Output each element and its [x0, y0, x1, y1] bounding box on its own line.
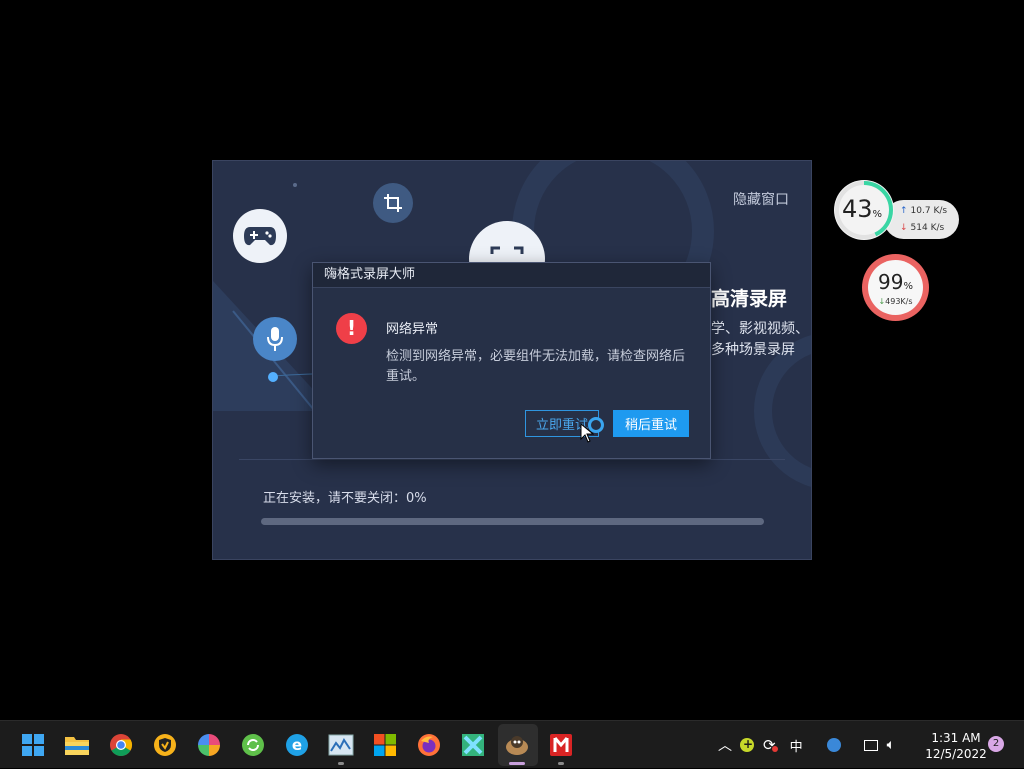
clock-time: 1:31 AM	[931, 731, 981, 745]
memory-usage-widget[interactable]: 99% ↓493K/s	[862, 254, 929, 321]
download-speed: ↓ 514 K/s	[900, 223, 945, 233]
install-progress-label: 正在安装，请不要关闭：0%	[263, 491, 427, 506]
tray-plus-app-icon[interactable]: +	[740, 737, 754, 752]
taskbar: e ︿ + ⟳ 中 🔈︎ 1:31 AM 12/5/2022	[0, 720, 1024, 768]
memory-percent: 99%	[878, 270, 913, 294]
memory-usage-inner: 99% ↓493K/s	[868, 260, 923, 315]
install-progress-bar	[261, 518, 764, 525]
dialog-message: 检测到网络异常，必要组件无法加载，请检查网络后重试。	[386, 349, 686, 384]
dialog-title: 嗨格式录屏大师	[313, 263, 710, 288]
chrome-icon[interactable]	[107, 731, 135, 759]
hero-subtitle-line2: 多种场景录屏	[711, 342, 795, 358]
hide-window-link[interactable]: 隐藏窗口	[733, 189, 789, 209]
firefox-icon[interactable]	[415, 731, 443, 759]
vpn-shield-icon[interactable]	[151, 731, 179, 759]
hero-subtitle-line1: 学、影视视频、	[711, 321, 809, 337]
hero-title: 高清录屏	[711, 288, 788, 310]
ime-indicator[interactable]: 中	[790, 736, 803, 755]
dialog-heading: 网络异常	[386, 322, 439, 337]
system-tray: ︿ + ⟳ 中 🔈︎	[716, 721, 895, 769]
volume-icon[interactable]: 🔈︎	[887, 737, 895, 753]
tray-sync-icon[interactable]: ⟳	[763, 736, 778, 754]
microsoft-store-icon[interactable]	[371, 731, 399, 759]
svg-text:e: e	[292, 736, 302, 754]
network-error-dialog: 嗨格式录屏大师 ! 网络异常 检测到网络异常，必要组件无法加载，请检查网络后重试…	[312, 262, 711, 459]
show-hidden-icons-chevron-icon[interactable]: ︿	[716, 735, 734, 755]
download-arrow-icon: ↓	[900, 223, 908, 233]
active-running-indicator	[509, 762, 525, 765]
error-icon: !	[336, 313, 367, 344]
mouse-cursor-icon	[580, 423, 594, 443]
file-explorer-icon[interactable]	[63, 731, 91, 759]
running-indicator	[558, 762, 564, 765]
taskbar-clock[interactable]: 1:31 AM 12/5/2022	[914, 730, 998, 762]
upload-arrow-icon: ↑	[900, 206, 908, 216]
clock-date: 12/5/2022	[925, 747, 987, 761]
installer-app-icon[interactable]	[503, 731, 531, 759]
green-puzzle-app-icon[interactable]	[459, 731, 487, 759]
crop-icon	[373, 183, 413, 223]
cpu-percent: 43%	[842, 195, 883, 223]
upload-speed: ↑ 10.7 K/s	[900, 206, 948, 216]
ie-browser-icon[interactable]: e	[283, 731, 311, 759]
timeline-dot	[268, 372, 278, 382]
notification-count-badge[interactable]: 2	[988, 736, 1004, 752]
photos-pinwheel-icon[interactable]	[195, 731, 223, 759]
cpu-usage-circle: 43%	[834, 180, 894, 240]
red-app-icon[interactable]	[547, 731, 575, 759]
start-windows-icon[interactable]	[19, 731, 47, 759]
retry-later-button[interactable]: 稍后重试	[613, 410, 689, 437]
green-refresh-app-icon[interactable]	[239, 731, 267, 759]
divider	[239, 459, 785, 460]
tray-browser-extension-icon[interactable]	[826, 738, 841, 752]
running-indicator	[338, 762, 344, 765]
network-status-icon[interactable]	[863, 739, 878, 751]
memory-widget-download: ↓493K/s	[878, 297, 913, 306]
resource-monitor-icon[interactable]	[327, 731, 355, 759]
hero-subtitle: 学、影视视频、 多种场景录屏	[711, 319, 809, 361]
gamepad-icon	[233, 209, 287, 263]
microphone-icon	[253, 317, 297, 361]
